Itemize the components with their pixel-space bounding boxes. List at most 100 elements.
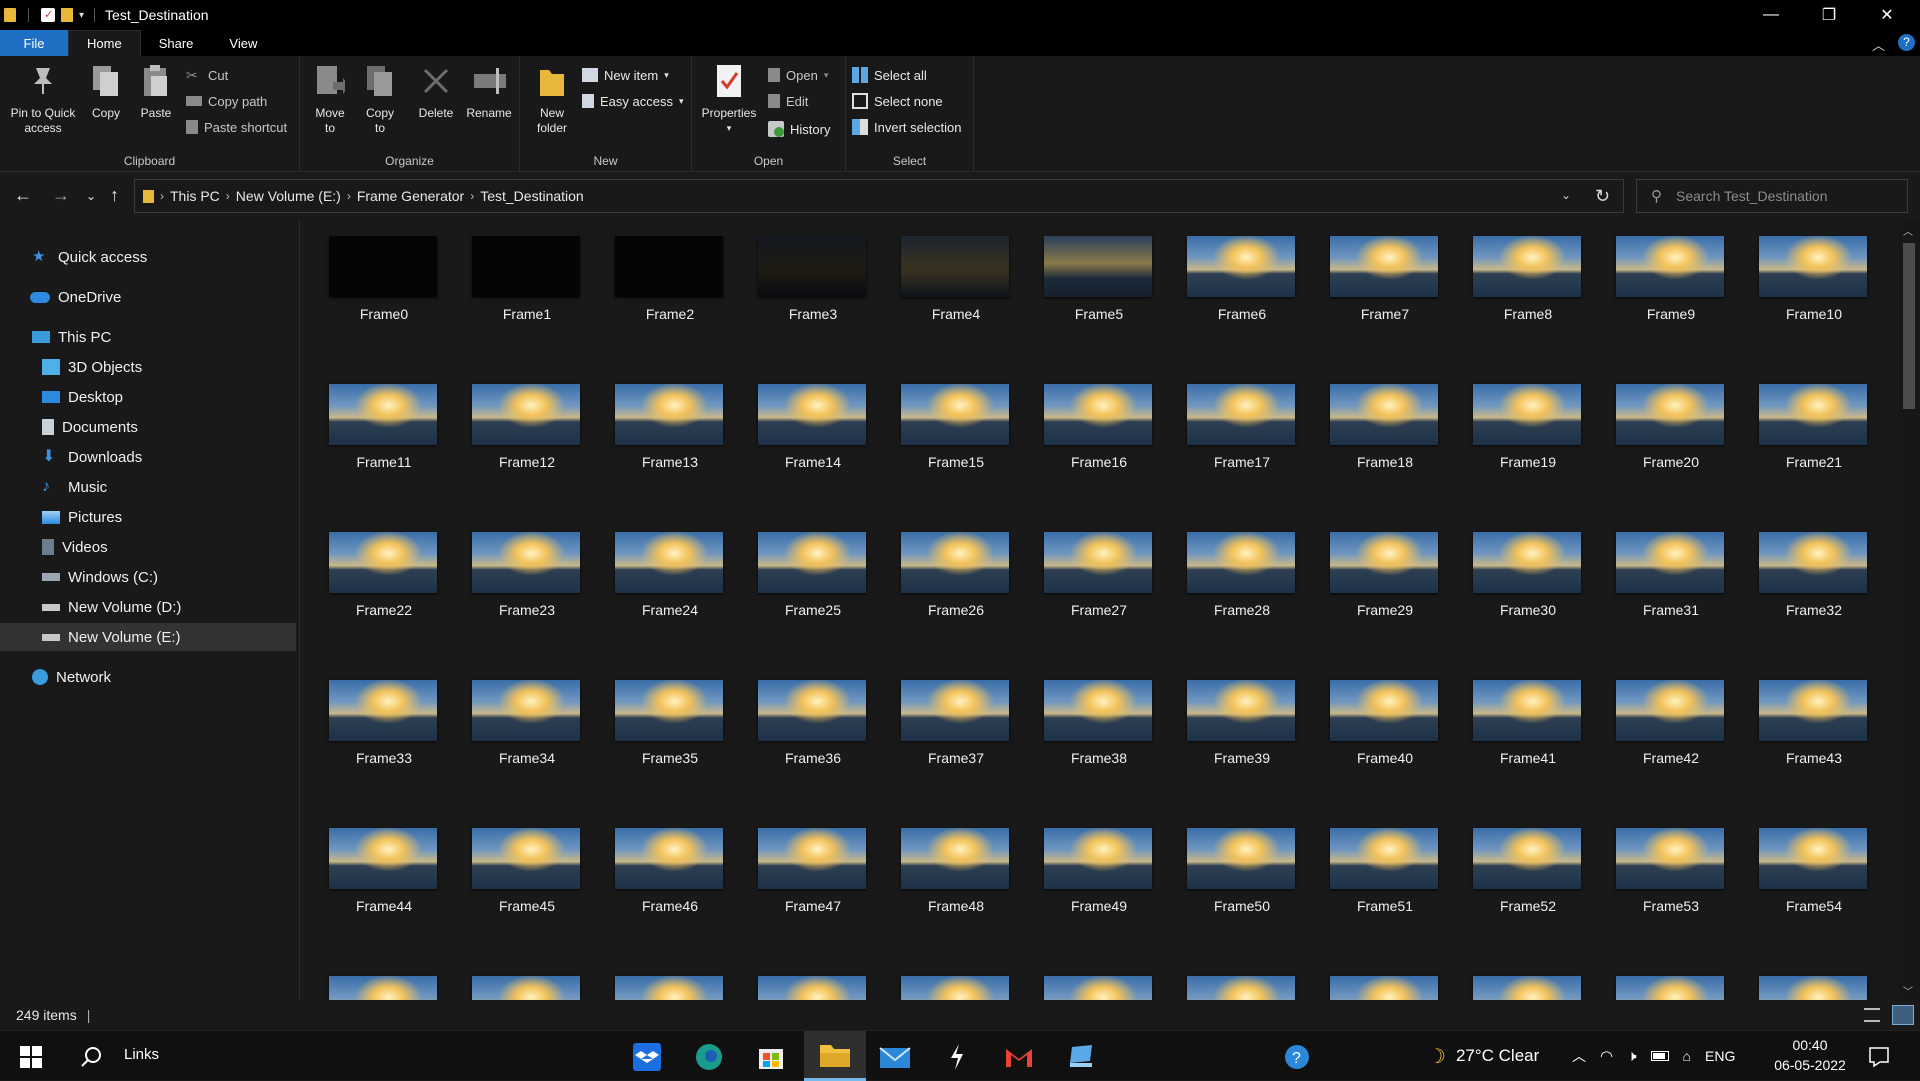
restore-button[interactable]: ❐ [1800,0,1858,30]
file-item[interactable]: Frame33 [302,663,442,773]
image-thumbnail[interactable] [615,976,723,1000]
image-thumbnail[interactable] [758,976,866,1000]
nav-volume-e[interactable]: New Volume (E:) [0,623,296,651]
wifi-icon[interactable]: ◠ [1600,1047,1613,1065]
rename-button[interactable]: Rename [462,62,516,121]
file-item[interactable]: Frame31 [1589,515,1729,625]
breadcrumb-this-pc[interactable]: This PC [170,188,220,204]
dropbox-icon[interactable] [630,1040,664,1074]
file-item[interactable]: Frame50 [1160,811,1300,921]
file-item[interactable]: Frame46 [588,811,728,921]
paste-button[interactable]: Paste [134,62,178,121]
file-item[interactable]: Frame20 [1589,367,1729,477]
file-item[interactable]: Frame19 [1446,367,1586,477]
search-icon[interactable] [74,1040,108,1074]
properties-quick-icon[interactable]: ✓ [41,8,55,22]
file-item[interactable]: Frame32 [1732,515,1872,625]
new-folder-quick-icon[interactable] [61,8,73,22]
image-thumbnail[interactable] [1187,976,1295,1000]
file-item[interactable]: Frame26 [874,515,1014,625]
notifications-icon[interactable] [1862,1040,1896,1074]
large-icons-view-icon[interactable] [1892,1005,1914,1025]
file-item[interactable]: Frame14 [731,367,871,477]
details-view-icon[interactable] [1864,1008,1880,1022]
file-item[interactable]: Frame23 [445,515,585,625]
file-item[interactable]: Frame10 [1732,219,1872,329]
paste-shortcut-button[interactable]: Paste shortcut [186,116,287,138]
file-item[interactable]: Frame0 [302,219,442,329]
help-icon[interactable]: ? [1898,34,1915,51]
copy-button[interactable]: Copy [84,62,128,121]
file-item[interactable]: Frame1 [445,219,585,329]
file-item[interactable]: Frame24 [588,515,728,625]
file-item[interactable]: Frame17 [1160,367,1300,477]
history-button[interactable]: History [768,118,830,140]
taskbar-search-label[interactable]: Links [124,1046,159,1063]
file-item[interactable]: Frame21 [1732,367,1872,477]
file-item[interactable]: Frame11 [302,367,442,477]
recent-locations-icon[interactable]: ⌄ [86,189,96,203]
language-indicator[interactable]: ENG [1705,1048,1735,1064]
file-item[interactable]: Frame29 [1303,515,1443,625]
image-thumbnail[interactable] [1616,976,1724,1000]
file-item[interactable]: Frame16 [1017,367,1157,477]
pin-quick-access-button[interactable]: Pin to Quick access [4,62,82,136]
edit-button[interactable]: Edit [768,90,808,112]
nav-this-pc[interactable]: This PC [0,323,296,351]
refresh-button[interactable]: ↻ [1582,179,1624,213]
file-item[interactable]: Frame27 [1017,515,1157,625]
tab-view[interactable]: View [211,30,275,56]
up-arrow-icon[interactable]: ↑ [110,185,119,206]
help-tips-icon[interactable]: ? [1280,1040,1314,1074]
nav-volume-d[interactable]: New Volume (D:) [0,593,296,621]
clock[interactable]: 00:40 06-05-2022 [1774,1035,1846,1075]
file-item[interactable]: Frame2 [588,219,728,329]
back-arrow-icon[interactable]: ← [14,185,32,206]
mail-icon[interactable] [878,1040,912,1074]
windows-start-icon[interactable] [14,1040,48,1074]
image-thumbnail[interactable] [1473,976,1581,1000]
nav-downloads[interactable]: ⬇ Downloads [0,443,296,471]
weather-widget[interactable]: ☽ 27°C Clear [1428,1031,1539,1081]
file-item[interactable]: Frame6 [1160,219,1300,329]
copy-path-button[interactable]: Copy path [186,90,267,112]
scroll-up-icon[interactable]: ︿ [1903,223,1913,238]
meet-now-icon[interactable]: ⌂ [1683,1048,1691,1064]
file-item[interactable]: Frame42 [1589,663,1729,773]
nav-documents[interactable]: Documents [0,413,296,441]
image-thumbnail[interactable] [1044,976,1152,1000]
volume-icon[interactable]: 🕨 [1627,1048,1636,1065]
move-to-button[interactable]: Move to [308,62,352,136]
breadcrumb-frame-generator[interactable]: Frame Generator [357,188,464,204]
file-item[interactable]: Frame38 [1017,663,1157,773]
image-thumbnail[interactable] [901,976,1009,1000]
nav-windows-c[interactable]: Windows (C:) [0,563,296,591]
file-item[interactable]: Frame25 [731,515,871,625]
file-item[interactable]: Frame15 [874,367,1014,477]
file-item[interactable]: Frame54 [1732,811,1872,921]
image-thumbnail[interactable] [1759,976,1867,1000]
file-item[interactable]: Frame7 [1303,219,1443,329]
file-item[interactable]: Frame53 [1589,811,1729,921]
file-explorer-icon[interactable] [804,1031,866,1081]
copy-to-button[interactable]: Copy to [358,62,402,136]
file-item[interactable]: Frame13 [588,367,728,477]
file-item[interactable]: Frame40 [1303,663,1443,773]
file-item[interactable]: Frame8 [1446,219,1586,329]
file-item[interactable]: Frame22 [302,515,442,625]
file-item[interactable]: Frame34 [445,663,585,773]
file-item[interactable]: Frame43 [1732,663,1872,773]
customize-quick-access-icon[interactable]: ▾ [79,10,84,21]
breadcrumb-new-volume-e[interactable]: New Volume (E:) [236,188,341,204]
nav-onedrive[interactable]: OneDrive [0,283,296,311]
file-item[interactable]: Frame30 [1446,515,1586,625]
chevron-up-icon[interactable]: ︿ [1572,1046,1586,1066]
vertical-scrollbar[interactable]: ︿ ﹀ [1898,219,1920,1000]
battery-icon[interactable] [1650,1051,1669,1061]
collapse-ribbon-icon[interactable]: ︿ [1872,35,1885,54]
file-item[interactable]: Frame45 [445,811,585,921]
lightning-app-icon[interactable] [940,1040,974,1074]
edge-browser-icon[interactable] [692,1040,726,1074]
file-item[interactable]: Frame5 [1017,219,1157,329]
search-box[interactable]: ⚲ Search Test_Destination [1636,179,1908,213]
